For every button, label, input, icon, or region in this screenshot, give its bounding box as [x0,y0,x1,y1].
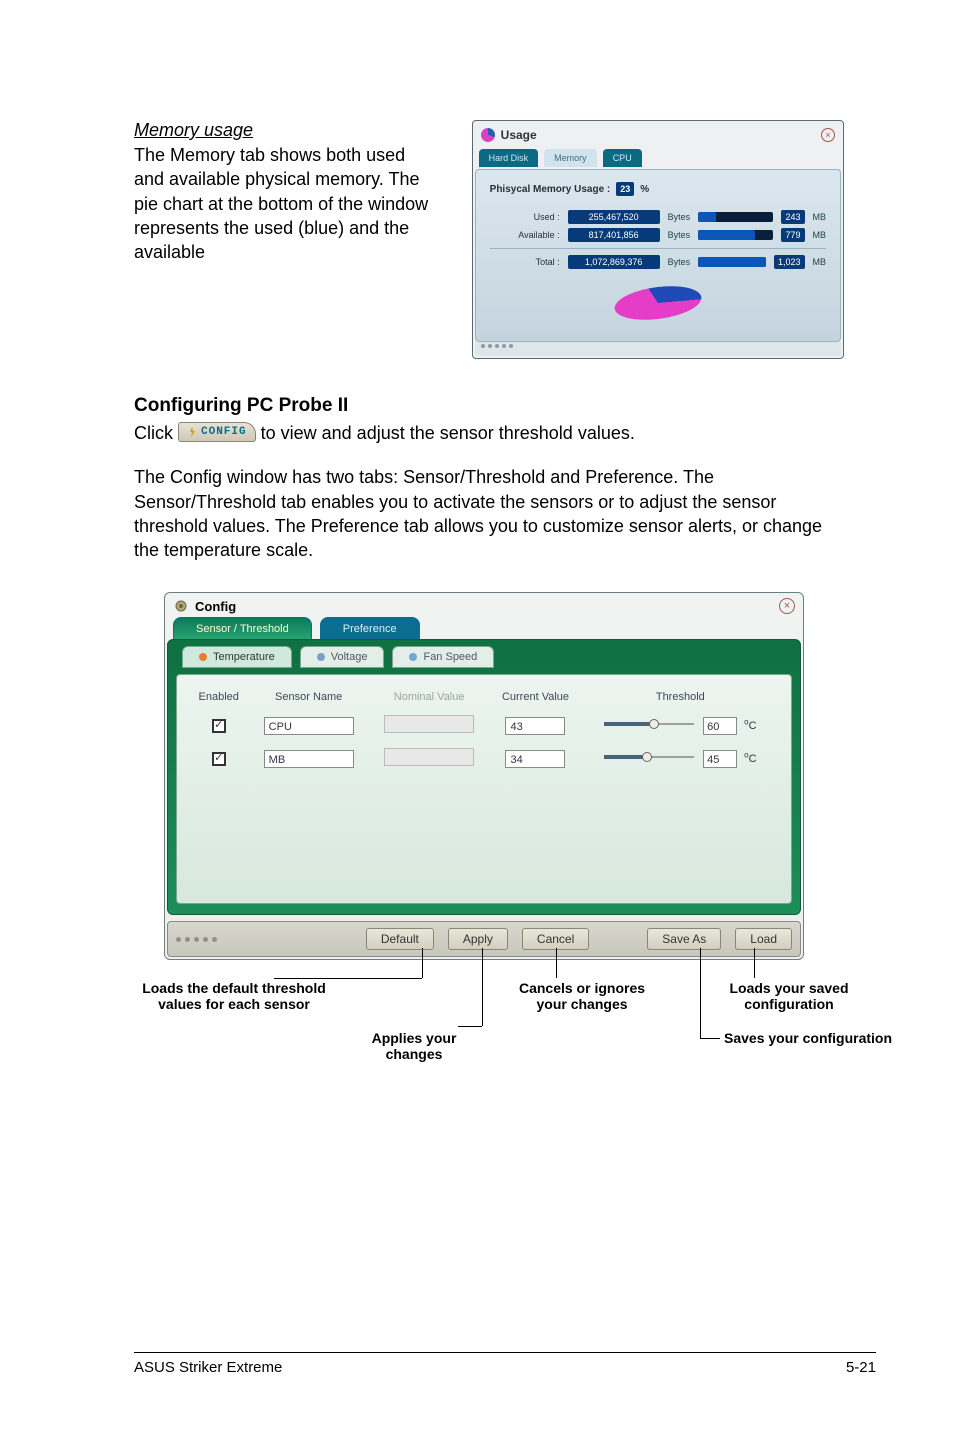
mem-bytes: 1,072,869,376 [568,255,660,269]
callout-apply: Applies your changes [344,1030,484,1062]
tab-hard-disk[interactable]: Hard Disk [479,149,539,167]
load-button[interactable]: Load [735,928,792,950]
tab-temperature[interactable]: Temperature [182,646,292,668]
click-pre: Click [134,423,178,443]
mem-mb-unit: MB [813,257,827,267]
callout-line [700,948,701,1038]
col-sensor-name: Sensor Name [248,685,368,709]
mem-mb-unit: MB [813,212,827,222]
thermometer-icon [199,653,207,661]
mem-bytes: 255,467,520 [568,210,660,224]
callout-cancel: Cancels or ignores your changes [512,980,652,1012]
callout-save: Saves your configuration [724,1030,894,1046]
mem-bytes-unit: Bytes [668,230,691,240]
current-value-field: 34 [505,750,565,768]
config-description: The Config window has two tabs: Sensor/T… [134,465,844,562]
callout-line [274,978,422,979]
config-button-icon[interactable]: CONFIG [178,422,256,442]
pie-icon [481,128,495,142]
config-chip-label: CONFIG [201,425,247,440]
tab-memory[interactable]: Memory [544,149,597,167]
callout-line [556,948,557,978]
usage-window-title: Usage [501,128,537,142]
voltage-icon [317,653,325,661]
mem-mb: 779 [781,228,804,242]
gear-icon [173,598,189,614]
close-icon[interactable]: × [821,128,835,142]
sensor-name-field[interactable]: MB [264,750,354,768]
callout-line [422,948,423,978]
table-row: ✓ MB 34 45 oC [189,742,779,775]
usage-percent-badge: 23 [616,182,634,196]
callout-default: Loads the default threshold values for e… [134,980,334,1012]
callout-line [482,948,483,1026]
click-config-line: Click CONFIG to view and adjust the sens… [134,421,844,445]
tab-label: Voltage [331,651,368,663]
callout-line [700,1038,720,1039]
memory-usage-description: The Memory tab shows both used and avail… [134,143,438,264]
tab-fan-speed[interactable]: Fan Speed [392,646,494,668]
col-enabled: Enabled [189,685,248,709]
mem-row-available: Available : 817,401,856 Bytes 779 MB [490,228,826,242]
sensor-table: Enabled Sensor Name Nominal Value Curren… [189,685,779,775]
col-current-value: Current Value [489,685,581,709]
nominal-value-field [384,715,474,733]
mem-mb-unit: MB [813,230,827,240]
nominal-value-field [384,748,474,766]
mem-mb: 243 [781,210,804,224]
click-post: to view and adjust the sensor threshold … [261,423,635,443]
pie-chart-icon [613,275,703,331]
usage-window: Usage × Hard Disk Memory CPU Phisycal Me… [472,120,844,359]
bolt-icon [187,427,197,437]
mem-label: Total : [490,257,560,267]
mem-bytes-unit: Bytes [668,212,691,222]
mem-row-total: Total : 1,072,869,376 Bytes 1,023 MB [490,255,826,269]
callout-line [458,1026,482,1027]
config-window-title: Config [195,599,236,614]
mem-label: Available : [490,230,560,240]
enabled-checkbox[interactable]: ✓ [212,752,226,766]
tab-voltage[interactable]: Voltage [300,646,385,668]
heading-configuring: Configuring PC Probe II [134,395,844,417]
mem-mb: 1,023 [774,255,805,269]
tab-preference[interactable]: Preference [320,617,420,639]
config-window: Config × Sensor / Threshold Preference T… [164,592,804,960]
usage-heading: Phisycal Memory Usage : [490,184,611,195]
col-threshold: Threshold [582,685,779,709]
mem-row-used: Used : 255,467,520 Bytes 243 MB [490,210,826,224]
resize-grip-icon [475,342,841,356]
cancel-button[interactable]: Cancel [522,928,589,950]
apply-button[interactable]: Apply [448,928,508,950]
sensor-name-field[interactable]: CPU [264,717,354,735]
footer-page-number: 5-21 [846,1359,876,1376]
col-nominal-value: Nominal Value [369,685,489,709]
default-button[interactable]: Default [366,928,434,950]
save-as-button[interactable]: Save As [647,928,721,950]
table-row: ✓ CPU 43 60 oC [189,709,779,742]
current-value-field: 43 [505,717,565,735]
mem-label: Used : [490,212,560,222]
tab-label: Temperature [213,651,275,663]
resize-grip-icon [176,937,217,942]
fan-icon [409,653,417,661]
usage-percent-unit: % [640,184,649,195]
tab-cpu[interactable]: CPU [603,149,642,167]
close-icon[interactable]: × [779,598,795,614]
tab-label: Fan Speed [423,651,477,663]
threshold-slider[interactable] [604,751,694,763]
mem-bytes-unit: Bytes [668,257,691,267]
mem-bytes: 817,401,856 [568,228,660,242]
callout-load: Loads your saved configuration [704,980,874,1012]
unit-label: oC [744,753,756,765]
callout-line [754,948,755,978]
threshold-slider[interactable] [604,718,694,730]
threshold-value-field[interactable]: 45 [703,750,737,768]
subheading-memory-usage: Memory usage [134,120,438,141]
enabled-checkbox[interactable]: ✓ [212,719,226,733]
threshold-value-field[interactable]: 60 [703,717,737,735]
footer-left: ASUS Striker Extreme [134,1359,282,1376]
unit-label: oC [744,720,756,732]
tab-sensor-threshold[interactable]: Sensor / Threshold [173,617,312,639]
